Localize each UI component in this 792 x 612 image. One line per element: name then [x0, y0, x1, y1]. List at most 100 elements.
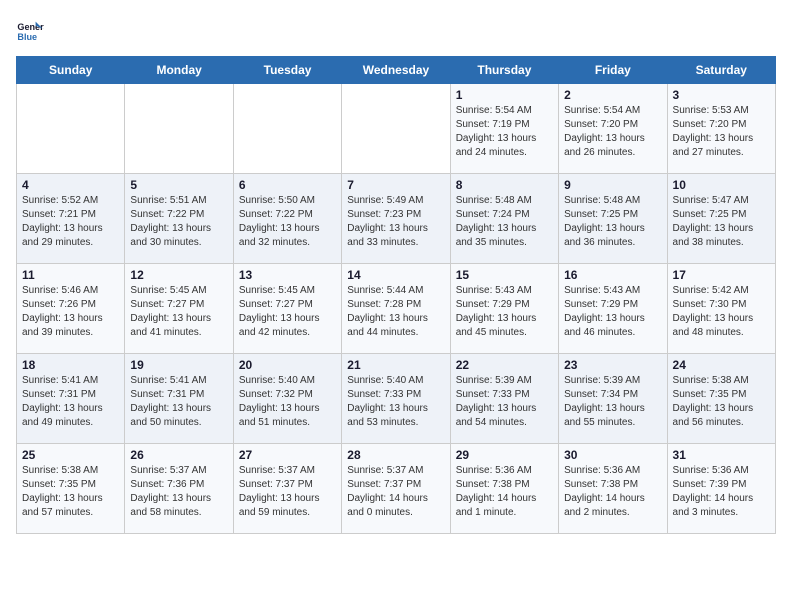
calendar-cell: 6Sunrise: 5:50 AM Sunset: 7:22 PM Daylig… [233, 174, 341, 264]
calendar-cell: 10Sunrise: 5:47 AM Sunset: 7:25 PM Dayli… [667, 174, 775, 264]
calendar-week-row: 25Sunrise: 5:38 AM Sunset: 7:35 PM Dayli… [17, 444, 776, 534]
calendar-cell: 17 Sunrise: 5:42 AM Sunset: 7:30 PM Dayli… [667, 264, 775, 354]
day-number: 27 [239, 448, 336, 462]
calendar-cell: 1 Sunrise: 5:54 AM Sunset: 7:19 PM Daylig… [450, 84, 558, 174]
calendar-cell: 14 Sunrise: 5:44 AM Sunset: 7:28 PM Dayli… [342, 264, 450, 354]
calendar-cell [342, 84, 450, 174]
logo-icon: General Blue [16, 16, 44, 44]
calendar-cell: 15 Sunrise: 5:43 AM Sunset: 7:29 PM Dayli… [450, 264, 558, 354]
day-detail: Sunrise: 5:36 AM Sunset: 7:38 PM Dayligh… [564, 464, 661, 520]
calendar-cell: 25Sunrise: 5:38 AM Sunset: 7:35 PM Dayli… [17, 444, 125, 534]
logo: General Blue [16, 16, 48, 44]
calendar-cell [17, 84, 125, 174]
calendar-cell [125, 84, 233, 174]
day-number: 25 [22, 448, 119, 462]
calendar-day-header: Monday [125, 57, 233, 84]
day-number: 26 [130, 448, 227, 462]
calendar-cell: 28 Sunrise: 5:37 AM Sunset: 7:37 PM Dayli… [342, 444, 450, 534]
day-detail: Sunrise: 5:47 AM Sunset: 7:25 PM Dayligh… [673, 194, 770, 250]
day-detail: Sunrise: 5:39 AM Sunset: 7:33 PM Dayligh… [456, 374, 553, 430]
day-number: 18 [22, 358, 119, 372]
day-detail: Sunrise: 5:42 AM Sunset: 7:30 PM Dayligh… [673, 284, 770, 340]
day-number: 31 [673, 448, 770, 462]
calendar-day-header: Friday [559, 57, 667, 84]
calendar-day-header: Tuesday [233, 57, 341, 84]
day-detail: Sunrise: 5:50 AM Sunset: 7:22 PM Dayligh… [239, 194, 336, 250]
calendar-cell: 13 Sunrise: 5:45 AM Sunset: 7:27 PM Dayli… [233, 264, 341, 354]
day-number: 9 [564, 178, 661, 192]
calendar-cell: 22 Sunrise: 5:39 AM Sunset: 7:33 PM Dayli… [450, 354, 558, 444]
calendar-cell: 29Sunrise: 5:36 AM Sunset: 7:38 PM Dayli… [450, 444, 558, 534]
calendar-week-row: 11 Sunrise: 5:46 AM Sunset: 7:26 PM Dayli… [17, 264, 776, 354]
page-header: General Blue [16, 16, 776, 44]
calendar-header-row: SundayMondayTuesdayWednesdayThursdayFrid… [17, 57, 776, 84]
day-number: 17 [673, 268, 770, 282]
calendar-cell: 8Sunrise: 5:48 AM Sunset: 7:24 PM Daylig… [450, 174, 558, 264]
day-number: 5 [130, 178, 227, 192]
calendar-week-row: 4 Sunrise: 5:52 AM Sunset: 7:21 PM Daylig… [17, 174, 776, 264]
calendar-cell [233, 84, 341, 174]
calendar-day-header: Saturday [667, 57, 775, 84]
day-detail: Sunrise: 5:45 AM Sunset: 7:27 PM Dayligh… [239, 284, 336, 340]
calendar-week-row: 18 Sunrise: 5:41 AM Sunset: 7:31 PM Dayli… [17, 354, 776, 444]
day-detail: Sunrise: 5:38 AM Sunset: 7:35 PM Dayligh… [673, 374, 770, 430]
calendar-cell: 4 Sunrise: 5:52 AM Sunset: 7:21 PM Daylig… [17, 174, 125, 264]
day-number: 24 [673, 358, 770, 372]
day-number: 22 [456, 358, 553, 372]
calendar-week-row: 1 Sunrise: 5:54 AM Sunset: 7:19 PM Daylig… [17, 84, 776, 174]
day-number: 21 [347, 358, 444, 372]
calendar-cell: 11 Sunrise: 5:46 AM Sunset: 7:26 PM Dayli… [17, 264, 125, 354]
day-detail: Sunrise: 5:41 AM Sunset: 7:31 PM Dayligh… [22, 374, 119, 430]
calendar-cell: 12 Sunrise: 5:45 AM Sunset: 7:27 PM Dayli… [125, 264, 233, 354]
day-number: 4 [22, 178, 119, 192]
calendar-cell: 31Sunrise: 5:36 AM Sunset: 7:39 PM Dayli… [667, 444, 775, 534]
calendar-cell: 18 Sunrise: 5:41 AM Sunset: 7:31 PM Dayli… [17, 354, 125, 444]
day-number: 2 [564, 88, 661, 102]
day-detail: Sunrise: 5:54 AM Sunset: 7:19 PM Dayligh… [456, 104, 553, 160]
calendar-cell: 9 Sunrise: 5:48 AM Sunset: 7:25 PM Daylig… [559, 174, 667, 264]
day-detail: Sunrise: 5:39 AM Sunset: 7:34 PM Dayligh… [564, 374, 661, 430]
calendar-cell: 20 Sunrise: 5:40 AM Sunset: 7:32 PM Dayli… [233, 354, 341, 444]
day-detail: Sunrise: 5:46 AM Sunset: 7:26 PM Dayligh… [22, 284, 119, 340]
calendar-cell: 19Sunrise: 5:41 AM Sunset: 7:31 PM Dayli… [125, 354, 233, 444]
calendar-cell: 16Sunrise: 5:43 AM Sunset: 7:29 PM Dayli… [559, 264, 667, 354]
day-detail: Sunrise: 5:53 AM Sunset: 7:20 PM Dayligh… [673, 104, 770, 160]
day-detail: Sunrise: 5:40 AM Sunset: 7:33 PM Dayligh… [347, 374, 444, 430]
day-number: 14 [347, 268, 444, 282]
day-detail: Sunrise: 5:44 AM Sunset: 7:28 PM Dayligh… [347, 284, 444, 340]
calendar-cell: 3Sunrise: 5:53 AM Sunset: 7:20 PM Daylig… [667, 84, 775, 174]
day-detail: Sunrise: 5:41 AM Sunset: 7:31 PM Dayligh… [130, 374, 227, 430]
day-number: 8 [456, 178, 553, 192]
day-number: 23 [564, 358, 661, 372]
day-number: 7 [347, 178, 444, 192]
day-number: 30 [564, 448, 661, 462]
day-number: 15 [456, 268, 553, 282]
day-detail: Sunrise: 5:49 AM Sunset: 7:23 PM Dayligh… [347, 194, 444, 250]
day-number: 13 [239, 268, 336, 282]
calendar-day-header: Wednesday [342, 57, 450, 84]
day-number: 20 [239, 358, 336, 372]
day-detail: Sunrise: 5:37 AM Sunset: 7:36 PM Dayligh… [130, 464, 227, 520]
day-number: 11 [22, 268, 119, 282]
day-detail: Sunrise: 5:51 AM Sunset: 7:22 PM Dayligh… [130, 194, 227, 250]
day-detail: Sunrise: 5:54 AM Sunset: 7:20 PM Dayligh… [564, 104, 661, 160]
calendar-cell: 26 Sunrise: 5:37 AM Sunset: 7:36 PM Dayli… [125, 444, 233, 534]
day-detail: Sunrise: 5:36 AM Sunset: 7:38 PM Dayligh… [456, 464, 553, 520]
calendar-cell: 2 Sunrise: 5:54 AM Sunset: 7:20 PM Daylig… [559, 84, 667, 174]
calendar-day-header: Thursday [450, 57, 558, 84]
calendar-cell: 27Sunrise: 5:37 AM Sunset: 7:37 PM Dayli… [233, 444, 341, 534]
day-number: 12 [130, 268, 227, 282]
calendar-cell: 7 Sunrise: 5:49 AM Sunset: 7:23 PM Daylig… [342, 174, 450, 264]
day-detail: Sunrise: 5:40 AM Sunset: 7:32 PM Dayligh… [239, 374, 336, 430]
day-detail: Sunrise: 5:43 AM Sunset: 7:29 PM Dayligh… [456, 284, 553, 340]
day-detail: Sunrise: 5:52 AM Sunset: 7:21 PM Dayligh… [22, 194, 119, 250]
day-number: 28 [347, 448, 444, 462]
day-detail: Sunrise: 5:37 AM Sunset: 7:37 PM Dayligh… [347, 464, 444, 520]
calendar-cell: 30 Sunrise: 5:36 AM Sunset: 7:38 PM Dayli… [559, 444, 667, 534]
calendar-table: SundayMondayTuesdayWednesdayThursdayFrid… [16, 56, 776, 534]
day-detail: Sunrise: 5:48 AM Sunset: 7:25 PM Dayligh… [564, 194, 661, 250]
calendar-cell: 23 Sunrise: 5:39 AM Sunset: 7:34 PM Dayli… [559, 354, 667, 444]
calendar-cell: 21 Sunrise: 5:40 AM Sunset: 7:33 PM Dayli… [342, 354, 450, 444]
day-number: 1 [456, 88, 553, 102]
day-detail: Sunrise: 5:45 AM Sunset: 7:27 PM Dayligh… [130, 284, 227, 340]
